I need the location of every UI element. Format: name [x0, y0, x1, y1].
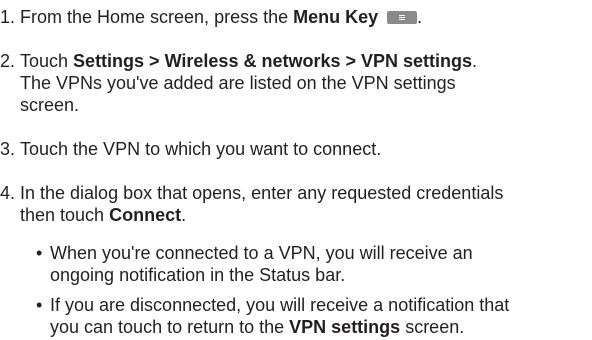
step-text-part: .	[181, 205, 187, 225]
bullet-item-connected: • When you're connected to a VPN, you wi…	[36, 242, 586, 286]
step-number: 2.	[0, 51, 16, 71]
step-text: From the Home screen, press the Menu Key…	[20, 6, 590, 28]
bullet-text: When you're connected to a VPN, you will…	[50, 242, 586, 286]
step-text-part: .	[417, 7, 423, 27]
vpn-settings-label: VPN settings	[289, 317, 401, 337]
step-text: Touch Settings > Wireless & networks > V…	[20, 50, 590, 116]
step-line: then touch Connect.	[20, 204, 590, 226]
bullet-line: ongoing notification in the Status bar.	[50, 265, 346, 285]
bullet-text: If you are disconnected, you will receiv…	[50, 294, 586, 338]
step-number: 4.	[0, 183, 16, 203]
step-1: 1. From the Home screen, press the Menu …	[0, 6, 592, 28]
step-line: screen.	[20, 95, 80, 115]
bullet-text-part: screen.	[400, 317, 465, 337]
instructions-document: 1. From the Home screen, press the Menu …	[0, 0, 592, 340]
step-text-part: Touch	[20, 51, 74, 71]
step-text: In the dialog box that opens, enter any …	[20, 182, 590, 226]
bullet-item-disconnected: • If you are disconnected, you will rece…	[36, 294, 586, 338]
step-text-part: From the Home screen, press the	[20, 7, 294, 27]
step-line: Touch Settings > Wireless & networks > V…	[20, 50, 590, 72]
step-text-part: .	[472, 51, 478, 71]
bullet-line: When you're connected to a VPN, you will…	[50, 243, 473, 263]
step-line: The VPNs you've added are listed on the …	[20, 73, 456, 93]
step-number: 3.	[0, 139, 16, 159]
step-line: In the dialog box that opens, enter any …	[20, 183, 504, 203]
menu-key-icon	[387, 11, 418, 24]
step-number: 1.	[0, 7, 16, 27]
settings-path: Settings > Wireless & networks > VPN set…	[73, 51, 473, 71]
menu-key-label: Menu Key	[293, 7, 379, 27]
bullet-line: you can touch to return to the VPN setti…	[50, 316, 586, 338]
step-2: 2. Touch Settings > Wireless & networks …	[0, 50, 592, 116]
connect-label: Connect	[109, 205, 182, 225]
step-3: 3. Touch the VPN to which you want to co…	[0, 138, 592, 160]
step-text-part: then touch	[20, 205, 110, 225]
bullet-line: If you are disconnected, you will receiv…	[50, 295, 510, 315]
bullet-dot: •	[36, 295, 43, 315]
step-4: 4. In the dialog box that opens, enter a…	[0, 182, 592, 226]
bullet-text-part: you can touch to return to the	[50, 317, 290, 337]
bullet-dot: •	[36, 243, 43, 263]
step-text: Touch the VPN to which you want to conne…	[20, 139, 382, 159]
